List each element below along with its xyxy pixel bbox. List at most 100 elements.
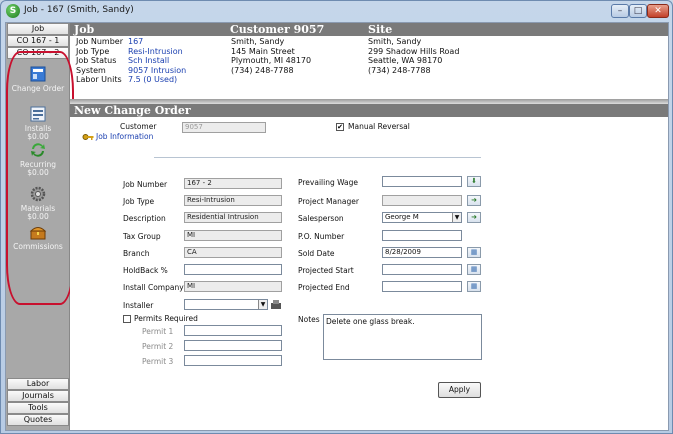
tab-journals[interactable]: Journals: [7, 390, 69, 402]
projected-end-label: Projected End: [298, 283, 350, 292]
installer-dropdown[interactable]: ▼: [184, 299, 268, 310]
salesperson-lookup-icon[interactable]: ➜: [467, 212, 481, 223]
tax-group-label: Tax Group: [123, 232, 161, 241]
salesperson-dropdown[interactable]: George M ▼: [382, 212, 462, 223]
job-number-field: 167 - 2: [184, 178, 282, 189]
labor-units-label: Labor Units: [76, 75, 122, 84]
site-city: Seattle, WA 98170: [368, 56, 443, 65]
permit-3-label: Permit 3: [142, 357, 174, 366]
apply-button[interactable]: Apply: [438, 382, 481, 398]
customer-label: Customer: [120, 122, 157, 131]
job-number-label: Job Number: [76, 37, 124, 46]
highlight-annotation-oval: [6, 51, 74, 305]
prevailing-wage-label: Prevailing Wage: [298, 178, 359, 187]
site-name: Smith, Sandy: [368, 37, 422, 46]
client-area: Job CO 167 - 1 CO 167 - 2 Change Order I…: [5, 22, 669, 431]
projected-start-field[interactable]: [382, 264, 462, 275]
prevailing-wage-lookup-icon[interactable]: ⬇: [467, 176, 481, 187]
tax-group-field: MI: [184, 230, 282, 241]
tab-co-167-1[interactable]: CO 167 - 1: [7, 35, 69, 47]
installer-label: Installer: [123, 301, 154, 310]
close-button[interactable]: ✕: [647, 4, 669, 18]
project-manager-field[interactable]: [382, 195, 462, 206]
job-status-value: Sch Install: [128, 56, 170, 65]
site-phone: (734) 248-7788: [368, 65, 431, 75]
chevron-down-icon[interactable]: ▼: [452, 213, 461, 222]
description-field[interactable]: Residential Intrusion: [184, 212, 282, 223]
holdback-field[interactable]: [184, 264, 282, 275]
change-order-form: Customer 9057 Job Information ✔ Manual R…: [70, 117, 668, 430]
key-icon: [82, 134, 94, 140]
labor-units-value: 7.5 (0 Used): [128, 75, 178, 84]
site-heading: Site: [368, 23, 393, 36]
calendar-icon[interactable]: ▦: [467, 281, 481, 292]
job-number-link[interactable]: 167: [128, 37, 143, 46]
permits-required-label: Permits Required: [134, 314, 198, 323]
app-logo-icon: S: [6, 4, 20, 18]
tab-quotes[interactable]: Quotes: [7, 414, 69, 426]
install-company-field: MI: [184, 281, 282, 292]
project-manager-lookup-icon[interactable]: ➜: [467, 195, 481, 206]
salesperson-label: Salesperson: [298, 214, 344, 223]
branch-label: Branch: [123, 249, 150, 258]
project-manager-label: Project Manager: [298, 197, 359, 206]
calendar-icon[interactable]: ▦: [467, 264, 481, 275]
maximize-button[interactable]: □: [629, 4, 647, 18]
system-label: System: [76, 65, 106, 75]
manual-reversal-label: Manual Reversal: [348, 122, 410, 131]
customer-name: Smith, Sandy: [231, 37, 285, 46]
chevron-down-icon[interactable]: ▼: [258, 300, 267, 309]
job-info-block: Job Number 167 Job Type Resi-Intrusion Job…: [76, 37, 186, 85]
form-divider: [154, 157, 481, 158]
description-label: Description: [123, 214, 166, 223]
job-information-link[interactable]: Job Information: [96, 132, 153, 141]
site-street: 299 Shadow Hills Road: [368, 46, 460, 56]
install-company-label: Install Company: [123, 283, 184, 292]
tab-tools[interactable]: Tools: [7, 402, 69, 414]
tab-labor[interactable]: Labor: [7, 378, 69, 390]
job-type-value: Resi-Intrusion: [128, 46, 183, 56]
job-status-label: Job Status: [76, 56, 117, 65]
calendar-icon[interactable]: ▦: [467, 247, 481, 258]
tab-job[interactable]: Job: [7, 23, 69, 35]
manual-reversal-checkbox[interactable]: ✔: [336, 123, 344, 131]
job-type-label: Job Type: [76, 46, 110, 56]
permit-2-field[interactable]: [184, 340, 282, 351]
title-bar[interactable]: S Job - 167 (Smith, Sandy) – □ ✕: [1, 1, 672, 22]
customer-field: 9057: [182, 122, 266, 133]
customer-city: Plymouth, MI 48170: [231, 56, 312, 65]
projected-start-label: Projected Start: [298, 266, 354, 275]
system-link[interactable]: 9057 Intrusion: [128, 66, 186, 75]
branch-field: CA: [184, 247, 282, 258]
job-type-label: Job Type: [123, 197, 155, 206]
sold-date-label: Sold Date: [298, 249, 335, 258]
header-bar: Job Customer 9057 Site: [70, 23, 668, 36]
customer-phone: (734) 248-7788: [231, 65, 294, 75]
customer-heading: Customer 9057: [230, 23, 325, 36]
po-number-field[interactable]: [382, 230, 462, 241]
permit-3-field[interactable]: [184, 355, 282, 366]
customer-info-block: Smith, Sandy 145 Main Street Plymouth, M…: [231, 37, 311, 75]
holdback-label: HoldBack %: [123, 266, 168, 275]
permit-1-field[interactable]: [184, 325, 282, 336]
projected-end-field[interactable]: [382, 281, 462, 292]
po-number-label: P.O. Number: [298, 232, 345, 241]
installer-lookup-icon[interactable]: [270, 299, 282, 310]
notes-textarea[interactable]: Delete one glass break.: [323, 314, 482, 360]
app-window: S Job - 167 (Smith, Sandy) – □ ✕ Job CO …: [0, 0, 673, 434]
sold-date-field[interactable]: 8/28/2009: [382, 247, 462, 258]
permit-2-label: Permit 2: [142, 342, 174, 351]
site-info-block: Smith, Sandy 299 Shadow Hills Road Seatt…: [368, 37, 459, 75]
salesperson-value: George M: [385, 213, 419, 221]
job-number-label: Job Number: [123, 180, 168, 189]
job-type-field: Resi-Intrusion: [184, 195, 282, 206]
window-title: Job - 167 (Smith, Sandy): [24, 5, 134, 15]
permits-required-checkbox[interactable]: [123, 315, 131, 323]
job-heading: Job: [74, 23, 95, 36]
minimize-button[interactable]: –: [611, 4, 629, 18]
section-title: New Change Order: [70, 104, 668, 117]
customer-street: 145 Main Street: [231, 46, 295, 56]
notes-label: Notes: [298, 315, 320, 324]
prevailing-wage-field[interactable]: [382, 176, 462, 187]
permit-1-label: Permit 1: [142, 327, 174, 336]
